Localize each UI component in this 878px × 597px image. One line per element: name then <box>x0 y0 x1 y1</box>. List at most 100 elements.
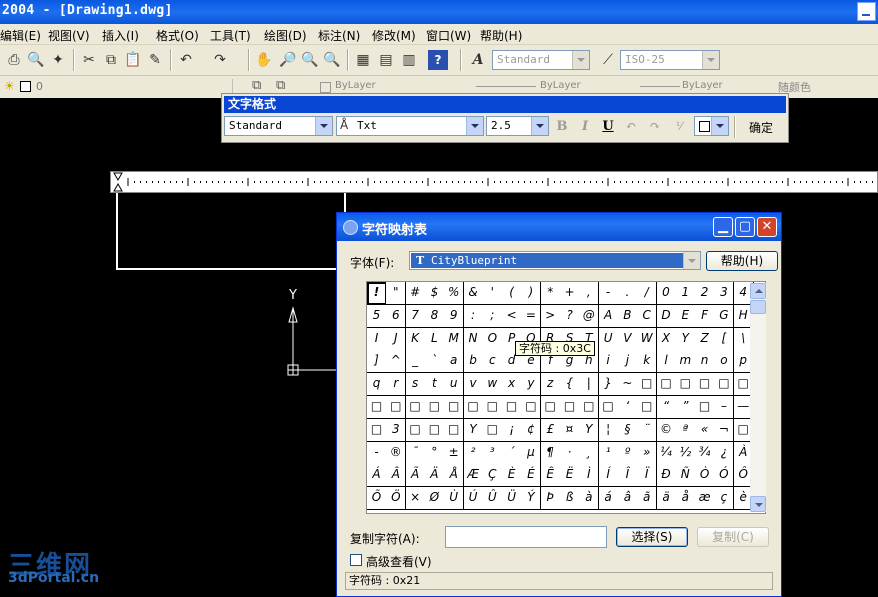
char-cell[interactable]: □ <box>521 396 542 419</box>
char-cell[interactable]: Ë <box>560 464 580 488</box>
char-cell[interactable]: u <box>444 373 465 397</box>
char-cell[interactable]: ã <box>637 487 658 511</box>
char-cell[interactable]: , <box>579 282 600 305</box>
dim-style-select[interactable]: ISO-25 <box>620 50 720 70</box>
char-cell[interactable]: B <box>617 304 638 328</box>
undo-icon[interactable]: ↶ <box>176 50 196 70</box>
menu-view[interactable]: 视图(V) <box>48 27 90 44</box>
dialog-title-bar[interactable]: 字符映射表 ▁ ▢ ✕ <box>337 213 781 241</box>
tool-palettes-icon[interactable]: ▥ <box>399 50 419 70</box>
char-cell[interactable]: – <box>714 396 735 419</box>
char-cell[interactable]: ¬ <box>714 418 735 442</box>
char-cell[interactable]: ` <box>424 350 445 374</box>
char-cell[interactable]: o <box>714 350 735 374</box>
char-cell[interactable]: ¢ <box>521 418 542 442</box>
char-cell[interactable]: % <box>444 282 465 305</box>
char-cell[interactable]: { <box>560 373 580 397</box>
char-cell[interactable]: □ <box>502 396 523 419</box>
char-cell[interactable]: Ö <box>386 487 407 511</box>
maximize-icon[interactable]: ▢ <box>735 217 755 237</box>
char-cell[interactable]: a <box>444 350 465 374</box>
current-layer[interactable]: 0 <box>36 80 43 93</box>
char-cell[interactable]: □ <box>560 396 580 419</box>
char-cell[interactable]: v <box>463 373 484 397</box>
char-cell[interactable]: E <box>675 304 696 328</box>
char-cell[interactable]: ¦ <box>598 418 619 442</box>
char-cell[interactable]: = <box>521 304 542 328</box>
char-cell[interactable]: w <box>482 373 503 397</box>
menu-modify[interactable]: 修改(M) <box>372 27 416 44</box>
char-cell[interactable]: l <box>656 350 677 374</box>
character-grid[interactable]: ! " # $% & '() * +, -./0 1 2 3 4 5 6 7 8 9:; < = >? @ A B C D E F G H… <box>366 281 766 514</box>
char-cell[interactable]: ‘ <box>617 396 638 419</box>
char-cell[interactable]: ± <box>444 441 465 465</box>
char-cell[interactable]: ¨ <box>637 418 658 442</box>
char-cell[interactable]: 7 <box>405 304 426 328</box>
char-cell[interactable]: Â <box>386 464 407 488</box>
font-select[interactable]: Å Txt <box>336 116 484 136</box>
chevron-down-icon[interactable] <box>232 79 247 93</box>
help-icon[interactable]: ? <box>428 50 448 70</box>
char-cell[interactable]: ¡ <box>502 418 523 442</box>
char-cell[interactable]: É <box>521 464 542 488</box>
select-button[interactable]: 选择(S) <box>616 527 688 547</box>
char-cell[interactable]: Ü <box>502 487 523 511</box>
menu-format[interactable]: 格式(O) <box>156 27 199 44</box>
char-cell[interactable]: s <box>405 373 426 397</box>
char-cell[interactable]: Ã <box>405 464 426 488</box>
char-cell[interactable]: □ <box>714 373 735 397</box>
bold-button[interactable]: B <box>553 118 571 136</box>
menu-dimension[interactable]: 标注(N) <box>318 27 360 44</box>
copy-button[interactable]: 复制(C) <box>697 527 769 547</box>
char-cell[interactable]: . <box>617 282 638 305</box>
char-cell[interactable]: Í <box>598 464 619 488</box>
char-cell[interactable]: > <box>540 304 561 328</box>
char-cell[interactable]: â <box>617 487 638 511</box>
text-formatting-title[interactable]: 文字格式 <box>224 96 786 113</box>
char-cell[interactable]: c <box>482 350 503 374</box>
char-cell[interactable]: ° <box>424 441 445 465</box>
char-cell[interactable]: Z <box>695 327 716 351</box>
char-cell[interactable]: - <box>367 441 387 465</box>
char-cell[interactable]: ( <box>502 282 523 305</box>
char-cell[interactable]: @ <box>579 304 600 328</box>
char-cell[interactable]: Û <box>482 487 503 511</box>
chevron-down-icon[interactable] <box>711 117 728 135</box>
char-cell[interactable]: □ <box>405 418 426 442</box>
chevron-down-icon[interactable] <box>531 117 548 135</box>
layers-icon[interactable]: ⧉ <box>252 78 261 93</box>
char-cell[interactable]: § <box>617 418 638 442</box>
char-cell[interactable]: ³ <box>482 441 503 465</box>
char-cell[interactable]: ª <box>675 418 696 442</box>
char-cell[interactable]: □ <box>695 373 716 397</box>
minimize-icon[interactable]: ▁ <box>713 217 733 237</box>
chevron-down-icon[interactable] <box>683 252 700 269</box>
italic-button[interactable]: I <box>576 118 594 136</box>
char-cell[interactable]: | <box>579 373 600 397</box>
cut-icon[interactable]: ✂ <box>79 50 99 70</box>
char-cell[interactable]: Ù <box>444 487 465 511</box>
char-cell[interactable]: & <box>463 282 484 305</box>
char-cell[interactable]: 9 <box>444 304 465 328</box>
char-cell[interactable]: Ó <box>714 464 735 488</box>
char-cell[interactable]: J <box>386 327 407 351</box>
char-cell[interactable]: ´ <box>502 441 523 465</box>
char-cell[interactable]: Ì <box>579 464 600 488</box>
menu-draw[interactable]: 绘图(D) <box>264 27 307 44</box>
char-cell[interactable]: ¶ <box>540 441 561 465</box>
char-cell[interactable]: □ <box>444 396 465 419</box>
help-button[interactable]: 帮助(H) <box>706 251 778 271</box>
char-cell[interactable]: C <box>637 304 658 328</box>
char-cell[interactable]: D <box>656 304 677 328</box>
publish-icon[interactable]: ✦ <box>48 50 68 70</box>
char-cell[interactable]: i <box>598 350 619 374</box>
char-cell[interactable]: æ <box>695 487 716 511</box>
menu-window[interactable]: 窗口(W) <box>426 27 471 44</box>
char-cell[interactable]: × <box>405 487 426 511</box>
char-cell[interactable]: < <box>502 304 523 328</box>
char-cell[interactable]: ß <box>560 487 580 511</box>
char-cell[interactable]: M <box>444 327 465 351</box>
char-cell[interactable]: Þ <box>540 487 561 511</box>
char-cell[interactable]: } <box>598 373 619 397</box>
char-cell[interactable]: Õ <box>367 487 387 511</box>
